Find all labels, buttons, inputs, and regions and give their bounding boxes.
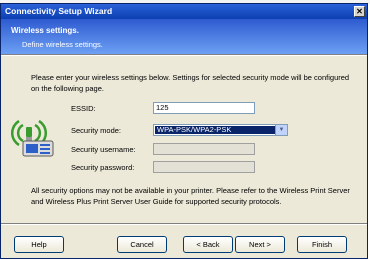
essid-label: ESSID:: [71, 104, 96, 113]
title-bar[interactable]: Connectivity Setup Wizard ✕: [1, 4, 367, 19]
header-divider: [1, 54, 367, 56]
security-note: All security options may not be availabl…: [31, 186, 350, 206]
close-icon: ✕: [356, 7, 363, 16]
wizard-window: Connectivity Setup Wizard ✕ Wireless set…: [0, 3, 368, 259]
header-subtitle: Define wireless settings.: [22, 40, 103, 49]
close-button[interactable]: ✕: [354, 6, 365, 17]
finish-button[interactable]: Finish: [297, 236, 347, 253]
security-mode-select[interactable]: WPA-PSK/WPA2-PSK ▼: [153, 124, 288, 136]
next-button[interactable]: Next >: [235, 236, 285, 253]
back-button[interactable]: < Back: [183, 236, 233, 253]
wizard-header: Wireless settings. Define wireless setti…: [1, 19, 367, 54]
security-mode-value: WPA-PSK/WPA2-PSK: [155, 126, 277, 134]
security-password-field[interactable]: [153, 161, 255, 173]
security-password-label: Security password:: [71, 163, 135, 172]
security-mode-label: Security mode:: [71, 126, 122, 135]
intro-text: Please enter your wireless settings belo…: [31, 73, 350, 93]
window-title: Connectivity Setup Wizard: [5, 6, 113, 16]
footer-divider: [1, 223, 367, 225]
essid-field[interactable]: 125: [153, 102, 255, 114]
help-button[interactable]: Help: [14, 236, 64, 253]
chevron-down-icon[interactable]: ▼: [275, 125, 287, 135]
header-title: Wireless settings.: [11, 26, 79, 35]
cancel-button[interactable]: Cancel: [117, 236, 167, 253]
security-username-label: Security username:: [71, 145, 136, 154]
wireless-printer-icon: [9, 115, 57, 159]
security-username-field[interactable]: [153, 143, 255, 155]
